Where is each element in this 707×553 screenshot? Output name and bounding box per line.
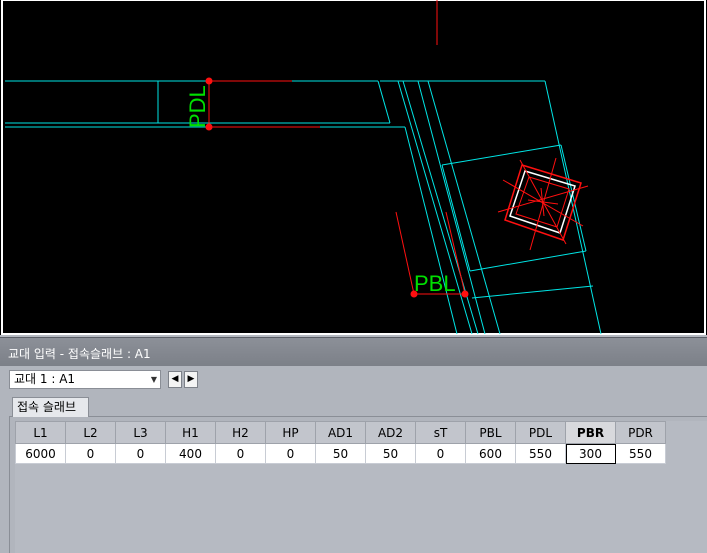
column-header[interactable]: L2	[65, 421, 116, 444]
column-header[interactable]: AD2	[365, 421, 416, 444]
panel-title-bar: 교대 입력 - 접속슬래브 : A1	[0, 337, 707, 366]
column-header-selected[interactable]: PBR	[565, 421, 616, 444]
prev-button[interactable]: ◀	[168, 371, 182, 388]
column-header[interactable]: L1	[15, 421, 66, 444]
tab-label: 접속 슬래브	[17, 400, 77, 414]
column-header[interactable]: sT	[415, 421, 466, 444]
table-cell[interactable]: 550	[615, 443, 666, 464]
viewport-border	[1, 0, 706, 335]
bearing-symbol	[497, 157, 589, 251]
column-header[interactable]: HP	[265, 421, 316, 444]
prev-arrow-icon: ◀	[171, 374, 179, 384]
column-header[interactable]: L3	[115, 421, 166, 444]
pdl-label: PDL	[185, 85, 210, 128]
column-header[interactable]: PBL	[465, 421, 516, 444]
table-header-row: L1 L2 L3 H1 H2 HP AD1 AD2 sT PBL PDL PBR…	[15, 421, 666, 444]
column-header[interactable]: PDL	[515, 421, 566, 444]
chevron-down-icon[interactable]: ▼	[151, 371, 157, 388]
table-cell[interactable]: 50	[315, 443, 366, 464]
column-header[interactable]: H1	[165, 421, 216, 444]
panel-title: 교대 입력 - 접속슬래브 : A1	[8, 347, 151, 361]
table-cell[interactable]: 0	[415, 443, 466, 464]
parameter-table: L1 L2 L3 H1 H2 HP AD1 AD2 sT PBL PDL PBR…	[15, 421, 666, 464]
column-header[interactable]: PDR	[615, 421, 666, 444]
cad-viewport[interactable]: PDL PBL	[0, 0, 707, 335]
pbl-label: PBL	[414, 271, 456, 296]
next-arrow-icon: ▶	[187, 374, 195, 384]
table-cell[interactable]: 0	[115, 443, 166, 464]
next-button[interactable]: ▶	[184, 371, 198, 388]
table-cell[interactable]: 550	[515, 443, 566, 464]
slab-outline	[5, 80, 602, 335]
drawing-canvas[interactable]: PDL PBL	[0, 0, 707, 335]
table-cell[interactable]: 400	[165, 443, 216, 464]
table-cell[interactable]: 0	[215, 443, 266, 464]
table-cell[interactable]: 0	[65, 443, 116, 464]
table-cell[interactable]: 0	[265, 443, 316, 464]
column-header[interactable]: H2	[215, 421, 266, 444]
table-row: 6000 0 0 400 0 0 50 50 0 600 550 300 550	[15, 443, 666, 464]
table-cell[interactable]: 50	[365, 443, 416, 464]
table-cell-selected[interactable]: 300	[565, 443, 616, 464]
tab-approach-slab[interactable]: 접속 슬래브	[12, 397, 89, 417]
table-cell[interactable]: 6000	[15, 443, 66, 464]
column-header[interactable]: AD1	[315, 421, 366, 444]
abutment-select[interactable]: 교대 1 : A1 ▼	[9, 370, 161, 389]
table-cell[interactable]: 600	[465, 443, 516, 464]
abutment-select-value: 교대 1 : A1	[14, 372, 76, 386]
